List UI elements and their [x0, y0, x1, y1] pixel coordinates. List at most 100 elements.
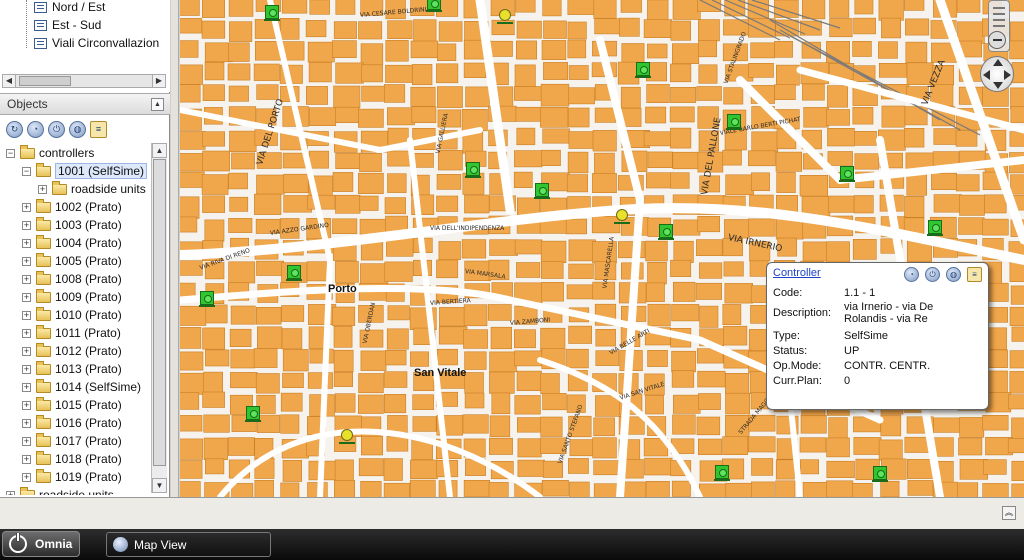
- traffic-signal-icon[interactable]: [714, 465, 730, 481]
- scroll-thumb[interactable]: [19, 76, 71, 86]
- pan-left-icon[interactable]: [983, 70, 990, 80]
- scroll-up-icon[interactable]: ▲: [152, 143, 167, 158]
- expand-icon[interactable]: +: [22, 418, 31, 428]
- building-block: [438, 150, 463, 171]
- tree-item-controller[interactable]: +1013 (Prato): [22, 360, 122, 378]
- signal-box: [287, 265, 301, 279]
- building-block: [906, 173, 927, 196]
- traffic-signal-warning-icon[interactable]: [339, 428, 355, 444]
- scroll-left-icon[interactable]: ◀: [3, 75, 16, 87]
- expand-icon[interactable]: +: [38, 184, 47, 194]
- layer-item-viali-circonvallazione[interactable]: Viali Circonvallazion: [34, 34, 159, 52]
- collapse-icon[interactable]: −: [22, 166, 31, 176]
- traffic-signal-icon[interactable]: [426, 0, 442, 12]
- tree-item-controllers[interactable]: − controllers: [6, 144, 94, 162]
- gauge-icon[interactable]: ◔: [27, 120, 44, 138]
- tree-item-controller[interactable]: +1005 (Prato): [22, 252, 122, 270]
- tree-item-1001[interactable]: − 1001 (SelfSime): [22, 162, 148, 180]
- building-block: [542, 0, 562, 17]
- expand-icon[interactable]: +: [22, 238, 31, 248]
- expand-icon[interactable]: +: [22, 310, 31, 320]
- tree-item-controller[interactable]: +1019 (Prato): [22, 468, 122, 486]
- traffic-signal-warning-icon[interactable]: [614, 208, 630, 224]
- tree-item-controller[interactable]: +1002 (Prato): [22, 198, 122, 216]
- expand-icon[interactable]: +: [22, 256, 31, 266]
- traffic-signal-icon[interactable]: [635, 62, 651, 78]
- pan-right-icon[interactable]: [1004, 70, 1011, 80]
- tree-item-controller[interactable]: +1016 (Prato): [22, 414, 122, 432]
- gauge-icon[interactable]: ◔: [904, 267, 919, 282]
- pan-down-icon[interactable]: [993, 82, 1003, 89]
- collapse-icon[interactable]: −: [6, 148, 15, 158]
- table-icon[interactable]: ≡: [90, 120, 107, 138]
- scroll-thumb[interactable]: [153, 159, 166, 466]
- traffic-signal-icon[interactable]: [465, 162, 481, 178]
- tree-item-controller[interactable]: +1017 (Prato): [22, 432, 122, 450]
- scroll-down-icon[interactable]: ▼: [152, 478, 167, 493]
- expand-icon[interactable]: +: [22, 454, 31, 464]
- expand-icon[interactable]: +: [22, 328, 31, 338]
- traffic-signal-icon[interactable]: [726, 114, 742, 130]
- expand-icon[interactable]: +: [22, 292, 31, 302]
- tree-item-controller[interactable]: +1003 (Prato): [22, 216, 122, 234]
- expand-icon[interactable]: +: [22, 346, 31, 356]
- expand-icon[interactable]: +: [22, 274, 31, 284]
- power-icon[interactable]: ⏻: [48, 120, 65, 138]
- building-block: [489, 40, 513, 57]
- globe-icon[interactable]: ◍: [69, 120, 86, 138]
- panel-splitter[interactable]: [171, 0, 179, 497]
- objects-vertical-scrollbar[interactable]: ▲ ▼: [151, 143, 167, 493]
- expand-icon[interactable]: +: [22, 202, 31, 212]
- taskbar-item-map-view[interactable]: Map View: [106, 532, 271, 557]
- globe-icon[interactable]: ◍: [946, 267, 961, 282]
- tree-item-roadside-units-root[interactable]: + roadside units: [6, 486, 114, 495]
- traffic-signal-icon[interactable]: [264, 5, 280, 21]
- expand-icon[interactable]: +: [22, 382, 31, 392]
- traffic-signal-warning-icon[interactable]: [497, 8, 513, 24]
- tree-item-roadside-units[interactable]: + roadside units: [38, 180, 146, 198]
- expand-icon[interactable]: ︽: [1002, 506, 1016, 520]
- layer-item-est-sud[interactable]: Est - Sud: [34, 16, 101, 34]
- layers-horizontal-scrollbar[interactable]: ◀ ▶: [2, 74, 166, 88]
- expand-icon[interactable]: +: [6, 490, 15, 495]
- popup-title-link[interactable]: Controller: [773, 267, 821, 279]
- layer-item-nord-est[interactable]: Nord / Est: [34, 0, 105, 16]
- expand-icon[interactable]: +: [22, 400, 31, 410]
- tree-item-controller[interactable]: +1012 (Prato): [22, 342, 122, 360]
- traffic-signal-icon[interactable]: [839, 166, 855, 182]
- traffic-signal-icon[interactable]: [534, 183, 550, 199]
- building-block: [489, 371, 515, 394]
- tree-item-label: 1010 (Prato): [55, 308, 122, 322]
- pan-up-icon[interactable]: [993, 59, 1003, 66]
- zoom-out-icon[interactable]: [988, 31, 1006, 49]
- tree-item-controller[interactable]: +1010 (Prato): [22, 306, 122, 324]
- tree-item-controller[interactable]: +1018 (Prato): [22, 450, 122, 468]
- traffic-signal-icon[interactable]: [286, 265, 302, 281]
- building-block: [412, 394, 434, 411]
- table-icon[interactable]: ≡: [967, 267, 982, 282]
- pan-control[interactable]: [980, 56, 1014, 92]
- building-block: [696, 86, 722, 101]
- expand-icon[interactable]: +: [22, 436, 31, 446]
- collapse-panel-button[interactable]: ▲: [151, 98, 164, 111]
- expand-icon[interactable]: +: [22, 364, 31, 374]
- power-icon[interactable]: ⏻: [925, 267, 940, 282]
- traffic-signal-icon[interactable]: [872, 466, 888, 482]
- map-view[interactable]: VIA DEL PALLONE VIA GALLIERA VIA DEL POR…: [180, 0, 1024, 497]
- expand-icon[interactable]: +: [22, 220, 31, 230]
- tree-item-controller[interactable]: +1014 (SelfSime): [22, 378, 141, 396]
- traffic-signal-icon[interactable]: [658, 224, 674, 240]
- tree-item-controller[interactable]: +1015 (Prato): [22, 396, 122, 414]
- scroll-right-icon[interactable]: ▶: [152, 75, 165, 87]
- tree-item-controller[interactable]: +1011 (Prato): [22, 324, 121, 342]
- tree-item-controller[interactable]: +1004 (Prato): [22, 234, 122, 252]
- traffic-signal-icon[interactable]: [927, 220, 943, 236]
- traffic-signal-icon[interactable]: [245, 406, 261, 422]
- refresh-icon[interactable]: ↻: [6, 120, 23, 138]
- expand-icon[interactable]: +: [22, 472, 31, 482]
- tree-item-controller[interactable]: +1008 (Prato): [22, 270, 122, 288]
- tree-item-controller[interactable]: +1009 (Prato): [22, 288, 122, 306]
- layer-icon: [34, 19, 47, 31]
- start-button[interactable]: Omnia: [2, 531, 80, 557]
- traffic-signal-icon[interactable]: [199, 291, 215, 307]
